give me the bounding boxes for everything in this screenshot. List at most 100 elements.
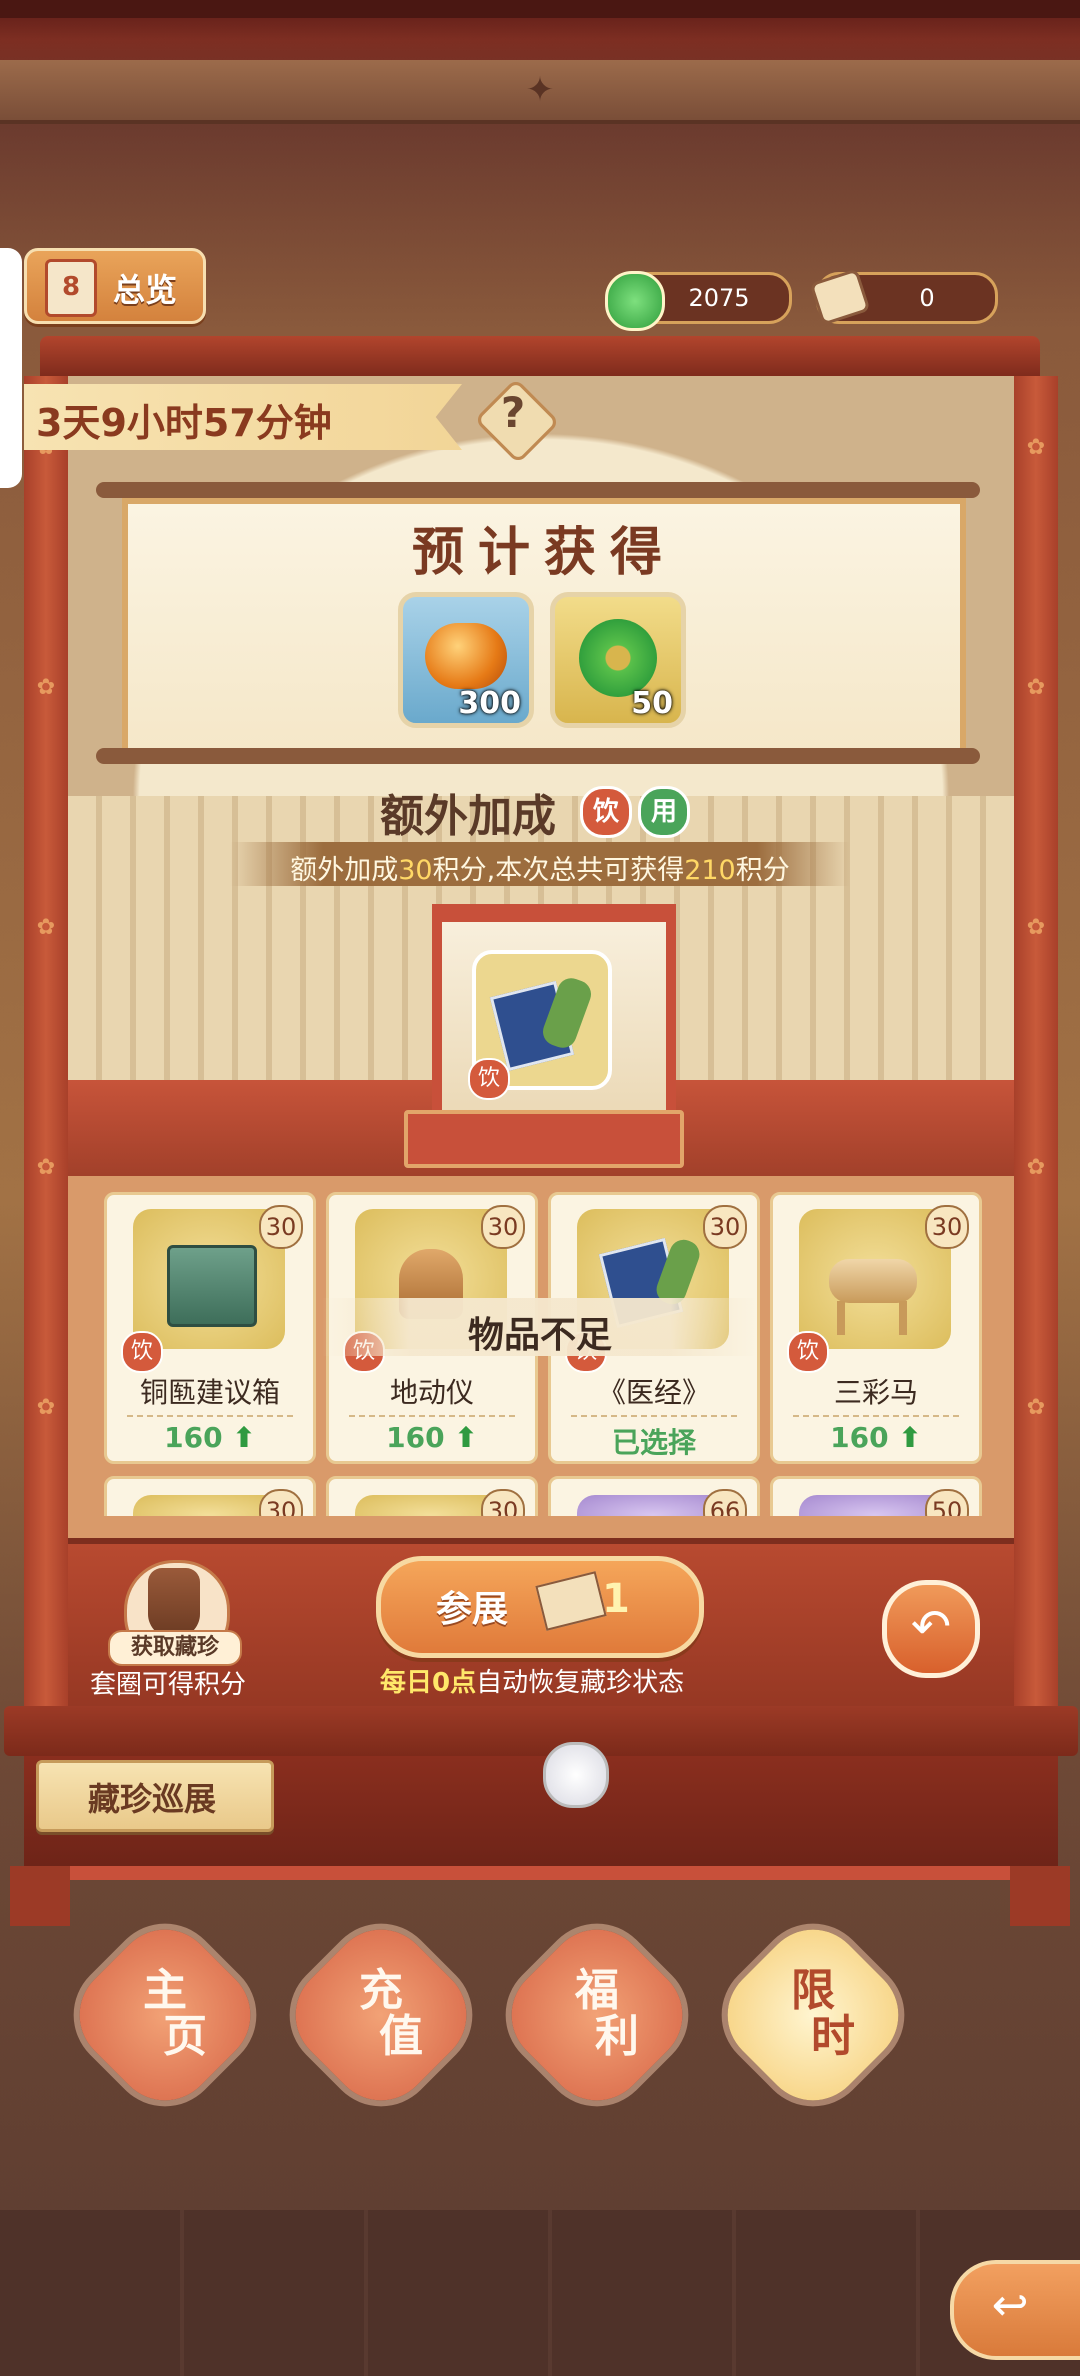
tab-recharge-char: 值 <box>379 2011 423 2062</box>
item-status: 已选择 <box>611 1426 696 1459</box>
horse-body-shape <box>829 1259 917 1303</box>
bonus-desc-prefix: 额外加成 <box>290 855 399 886</box>
item-cost: 30 <box>925 1205 969 1249</box>
item-cost: 66 <box>703 1489 747 1516</box>
amber-gem-icon <box>425 623 507 689</box>
calendar-icon: 8 <box>45 259 97 317</box>
reward-jade[interactable]: 50 <box>550 592 686 728</box>
use-tag: 用 <box>638 786 690 838</box>
reward-amber[interactable]: 300 <box>398 592 534 728</box>
counter-trim <box>24 1866 1058 1880</box>
countdown-timer: 3天9小时57分钟 <box>36 401 332 445</box>
join-exhibition-label: 参展 <box>436 1589 509 1630</box>
tab-limited-char: 时 <box>811 2011 855 2062</box>
bonus-title: 额外加成 <box>380 791 556 842</box>
get-treasure-label[interactable]: 获取藏珍 <box>108 1630 242 1666</box>
item-points: 160 ⬆ <box>329 1421 535 1454</box>
jade-currency-bar: 2075 <box>605 271 792 331</box>
points-value: 160 <box>164 1421 223 1454</box>
item-name: 地动仪 <box>389 1376 474 1409</box>
tab-home-char: 主 <box>143 1965 187 2016</box>
item-points: 160 ⬆ <box>773 1421 979 1454</box>
tab-limited-time-label[interactable]: 限时 <box>738 1968 888 2078</box>
scroll-rod-bottom <box>96 748 980 764</box>
drink-tag: 饮 <box>580 786 632 838</box>
divider <box>571 1415 737 1417</box>
item-card[interactable]: 30 <box>326 1476 538 1516</box>
jade-coin-icon <box>605 271 665 331</box>
floor <box>0 2210 1080 2376</box>
item-card[interactable]: 30 饮 铜匦建议箱 160 ⬆ <box>104 1192 316 1464</box>
counter-leg <box>10 1866 70 1926</box>
jade-currency-value: 2075 <box>688 284 750 312</box>
cornice-ornament-icon: ✦ <box>525 70 555 110</box>
overview-label: 总览 <box>113 271 178 309</box>
reward-amount: 300 <box>458 686 521 721</box>
horse-leg-shape <box>837 1301 845 1335</box>
left-pillar: ✿ ✿ ✿ ✿ ✿ <box>24 376 68 1712</box>
up-arrow-icon: ⬆ <box>898 1421 922 1454</box>
tab-home-label[interactable]: 主页 <box>90 1968 240 2078</box>
drink-badge: 饮 <box>787 1331 829 1373</box>
item-cost: 30 <box>259 1205 303 1249</box>
bonus-desc-suffix: 积分 <box>735 855 790 886</box>
reward-amount: 50 <box>631 686 673 721</box>
right-pillar: ✿ ✿ ✿ ✿ ✿ <box>1014 376 1058 1712</box>
divider <box>793 1415 959 1417</box>
ticket-currency-bar: 0 <box>809 268 998 326</box>
scroll-rod-top <box>96 482 980 498</box>
item-card[interactable]: 50 <box>770 1476 982 1516</box>
divider <box>349 1415 515 1417</box>
expected-rewards-title: 预计获得 <box>411 523 676 583</box>
item-card[interactable]: 66 <box>548 1476 760 1516</box>
item-card[interactable]: 30 饮 三彩马 160 ⬆ <box>770 1192 982 1464</box>
counter-leg <box>1010 1866 1070 1926</box>
flower-icon: ✿ <box>36 915 56 940</box>
divider <box>127 1415 293 1417</box>
flower-icon: ✿ <box>36 1155 56 1180</box>
flower-icon: ✿ <box>1026 915 1046 940</box>
drink-badge: 饮 <box>121 1331 163 1373</box>
return-cloud-icon[interactable]: ↩ <box>980 2276 1040 2336</box>
points-value: 160 <box>386 1421 445 1454</box>
item-card[interactable]: 30 <box>104 1476 316 1516</box>
flower-icon: ✿ <box>1026 1155 1046 1180</box>
bonus-total: 210 <box>684 855 736 886</box>
ticket-currency-value: 0 <box>919 284 935 312</box>
tab-limited-char: 限 <box>791 1965 835 2016</box>
item-name: 《医经》 <box>597 1376 710 1409</box>
display-case-base <box>404 1110 684 1168</box>
reset-time: 每日0点 <box>380 1668 477 1698</box>
flower-icon: ✿ <box>1026 1395 1046 1420</box>
flower-icon: ✿ <box>36 675 56 700</box>
assistive-touch-button[interactable] <box>543 1742 609 1808</box>
overview-button[interactable]: 8 总览 <box>24 248 206 324</box>
treasure-tour-label[interactable]: 藏珍巡展 <box>36 1774 268 1820</box>
insufficient-toast-text: 物品不足 <box>467 1315 612 1356</box>
item-name: 三彩马 <box>833 1376 918 1409</box>
up-arrow-icon: ⬆ <box>232 1421 256 1454</box>
flower-icon: ✿ <box>1026 435 1046 460</box>
ticket-icon <box>809 268 871 326</box>
flower-icon: ✿ <box>36 1395 56 1420</box>
daily-reset-note: 每日0点自动恢复藏珍状态 <box>380 1662 684 1699</box>
tab-welfare-char: 利 <box>595 2011 639 2062</box>
ring-toss-points-note: 套圈可得积分 <box>90 1670 247 1700</box>
help-icon[interactable]: ? <box>478 388 548 437</box>
flower-icon: ✿ <box>1026 675 1046 700</box>
item-points: 160 ⬆ <box>107 1421 313 1454</box>
tab-recharge-label[interactable]: 充值 <box>306 1968 456 2078</box>
back-arrow-icon[interactable]: ↶ <box>882 1580 980 1678</box>
bronze-box-shape <box>167 1245 257 1327</box>
horse-leg-shape <box>899 1301 907 1335</box>
up-arrow-icon: ⬆ <box>454 1421 478 1454</box>
reset-text: 自动恢复藏珍状态 <box>476 1668 685 1698</box>
item-cost: 50 <box>925 1489 969 1516</box>
side-handle[interactable] <box>0 248 22 488</box>
top-strip <box>0 0 1080 18</box>
vase-icon <box>148 1568 200 1638</box>
tab-recharge-char: 充 <box>359 1965 403 2016</box>
tab-home-char: 页 <box>163 2011 207 2062</box>
tab-welfare-label[interactable]: 福利 <box>522 1968 672 2078</box>
bonus-desc-middle: 积分,本次总共可获得 <box>432 855 685 886</box>
